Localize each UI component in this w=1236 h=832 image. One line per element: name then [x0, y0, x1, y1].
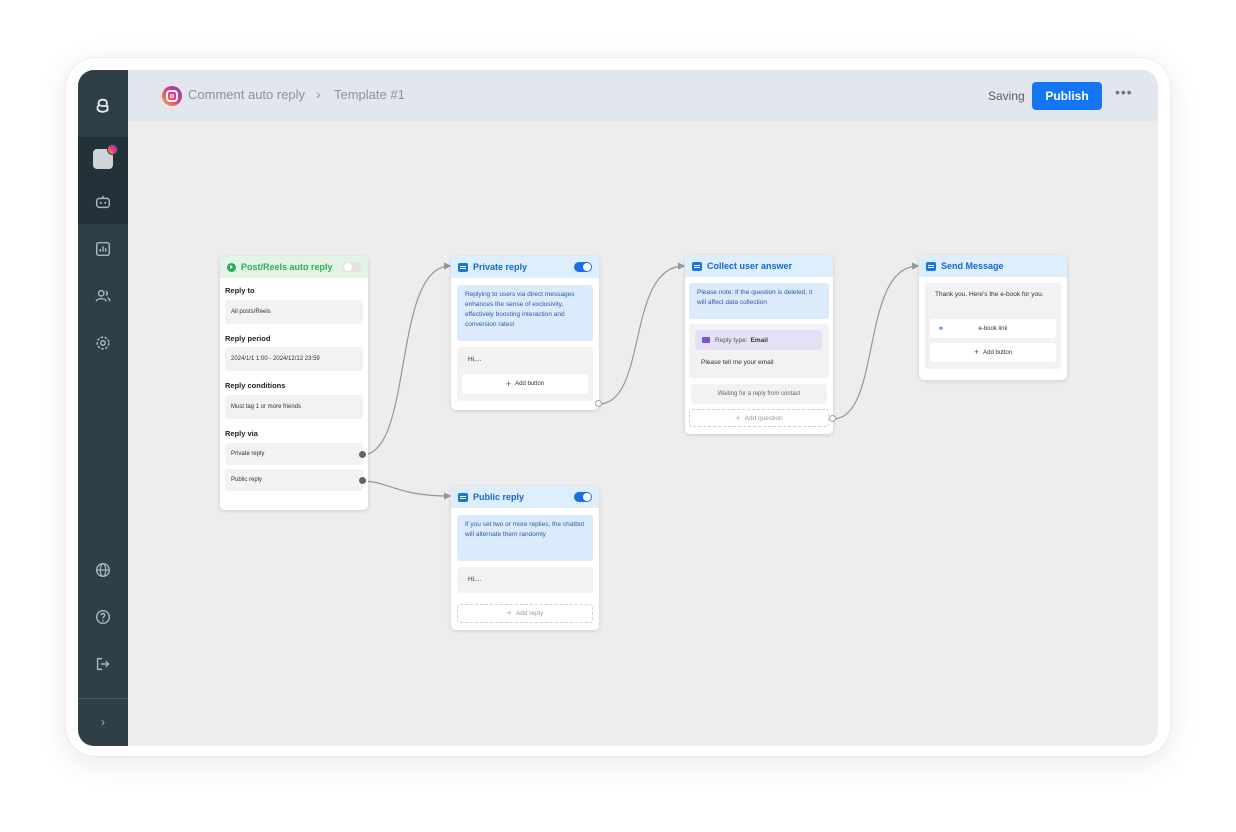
private-reply-header: Private reply — [451, 256, 599, 278]
public-reply-output-handle[interactable] — [359, 477, 366, 484]
publish-button[interactable]: Publish — [1032, 82, 1102, 110]
add-question-label: Add question — [744, 414, 783, 422]
plus-icon: + — [735, 412, 741, 423]
message-icon — [458, 262, 468, 272]
add-question-button[interactable]: + Add question — [689, 409, 829, 427]
waiting-reply-row: Waiting for a reply from contact — [691, 384, 827, 404]
reply-to-field[interactable]: All posts/Reels — [225, 300, 363, 324]
reply-type-badge[interactable]: Reply type: Email — [695, 330, 822, 350]
help-icon — [95, 609, 111, 625]
app-logo-icon[interactable] — [78, 84, 128, 128]
collect-answer-output-handle[interactable] — [829, 415, 836, 422]
public-reply-node[interactable]: Public reply If you set two or more repl… — [451, 486, 599, 630]
add-button-label: Add button — [983, 349, 1013, 356]
contacts-nav-item[interactable] — [78, 274, 128, 318]
app-window: › Comment auto reply › Template #1 Savin… — [78, 70, 1158, 746]
send-message-node[interactable]: Send Message Thank you. Here's the e-boo… — [919, 255, 1067, 380]
chatbot-nav-item[interactable] — [78, 180, 128, 224]
edge-public-reply — [361, 480, 452, 500]
top-bar: Comment auto reply › Template #1 Saving … — [128, 70, 1158, 121]
private-reply-output-handle[interactable] — [595, 400, 602, 407]
language-icon — [95, 562, 111, 578]
help-nav-item[interactable] — [78, 595, 128, 639]
send-message-text: Thank you. Here's the e-book for you. — [935, 291, 1044, 298]
private-reply-output-handle[interactable] — [359, 451, 366, 458]
add-button-button[interactable]: + Add button — [930, 343, 1056, 362]
public-reply-header: Public reply — [451, 486, 599, 508]
breadcrumb-comment-auto-reply[interactable]: Comment auto reply — [188, 87, 305, 102]
send-message-title: Send Message — [941, 261, 1004, 271]
edge-send-message — [832, 262, 920, 420]
language-nav-item[interactable] — [78, 548, 128, 592]
message-icon — [692, 261, 702, 271]
logout-icon — [96, 657, 110, 671]
reply-period-label: Reply period — [225, 334, 271, 343]
plus-icon: + — [506, 608, 512, 618]
ebook-link-button[interactable]: ⚭ e-book link — [930, 319, 1056, 338]
add-button-button[interactable]: + Add button — [462, 374, 588, 394]
settings-icon — [96, 336, 110, 350]
trigger-node-header: Post/Reels auto reply — [220, 256, 368, 278]
expand-sidebar-button[interactable]: › — [78, 700, 128, 744]
trigger-node[interactable]: Post/Reels auto reply Reply to All posts… — [220, 256, 368, 510]
private-reply-toggle[interactable] — [574, 262, 592, 272]
trigger-toggle[interactable] — [343, 262, 361, 272]
save-status: Saving — [988, 89, 1025, 103]
contacts-icon — [95, 289, 111, 302]
edge-private-reply — [361, 262, 452, 456]
mail-icon — [702, 337, 710, 343]
public-reply-toggle[interactable] — [574, 492, 592, 502]
public-reply-message: Hi,... — [468, 576, 482, 583]
more-options-icon[interactable]: ••• — [1115, 84, 1133, 100]
private-reply-info: Replying to users via direct messages en… — [457, 285, 593, 341]
private-reply-node[interactable]: Private reply Replying to users via dire… — [451, 256, 602, 410]
public-reply-info: If you set two or more replies, the chat… — [457, 515, 593, 561]
reply-period-field[interactable]: 2024/1/1 1:00 - 2024/12/12 23:59 — [225, 347, 363, 371]
message-icon — [926, 261, 936, 271]
reply-conditions-label: Reply conditions — [225, 381, 286, 390]
chevron-right-icon: › — [316, 86, 321, 102]
collect-answer-header: Collect user answer — [685, 255, 833, 277]
logout-nav-item[interactable] — [78, 642, 128, 686]
ebook-link-label: e-book link — [978, 325, 1008, 332]
reply-to-label: Reply to — [225, 286, 255, 295]
collect-answer-title: Collect user answer — [707, 261, 793, 271]
send-message-header: Send Message — [919, 255, 1067, 277]
trigger-node-title: Post/Reels auto reply — [241, 262, 333, 272]
instagram-account-icon — [93, 144, 118, 169]
settings-nav-item[interactable] — [78, 321, 128, 365]
expand-icon: › — [101, 715, 105, 729]
analytics-icon — [95, 241, 111, 257]
reply-via-public[interactable]: Public reply — [225, 469, 363, 491]
add-button-label: Add button — [515, 381, 545, 387]
private-reply-title: Private reply — [473, 262, 528, 272]
reply-via-private[interactable]: Private reply — [225, 443, 363, 465]
play-icon — [227, 262, 236, 272]
reply-type-label: Reply type: — [715, 336, 748, 344]
plus-icon: + — [505, 378, 512, 389]
add-reply-button[interactable]: + Add reply — [457, 604, 593, 623]
private-reply-message: Hi,... — [468, 356, 482, 363]
breadcrumb-template: Template #1 — [334, 87, 405, 102]
sidebar: › — [78, 70, 128, 746]
analytics-nav-item[interactable] — [78, 227, 128, 271]
collect-answer-info: Please note: If the question is deleted,… — [689, 283, 829, 319]
reply-via-label: Reply via — [225, 429, 258, 438]
instagram-icon — [162, 86, 182, 106]
reply-conditions-field[interactable]: Must tag 1 or more friends — [225, 395, 363, 419]
chatbot-icon — [95, 195, 111, 209]
sidebar-divider — [78, 698, 128, 699]
link-icon: ⚭ — [938, 325, 944, 333]
edge-collect-answer — [598, 262, 686, 405]
reply-type-value: Email — [750, 336, 768, 344]
add-reply-label: Add reply — [515, 610, 544, 617]
plus-icon: + — [973, 347, 980, 357]
question-text: Please tell me your email — [701, 359, 774, 366]
message-icon — [458, 492, 468, 502]
collect-user-answer-node[interactable]: Collect user answer Please note: If the … — [685, 255, 836, 434]
public-reply-title: Public reply — [473, 492, 525, 502]
instagram-account-item[interactable] — [78, 137, 128, 181]
